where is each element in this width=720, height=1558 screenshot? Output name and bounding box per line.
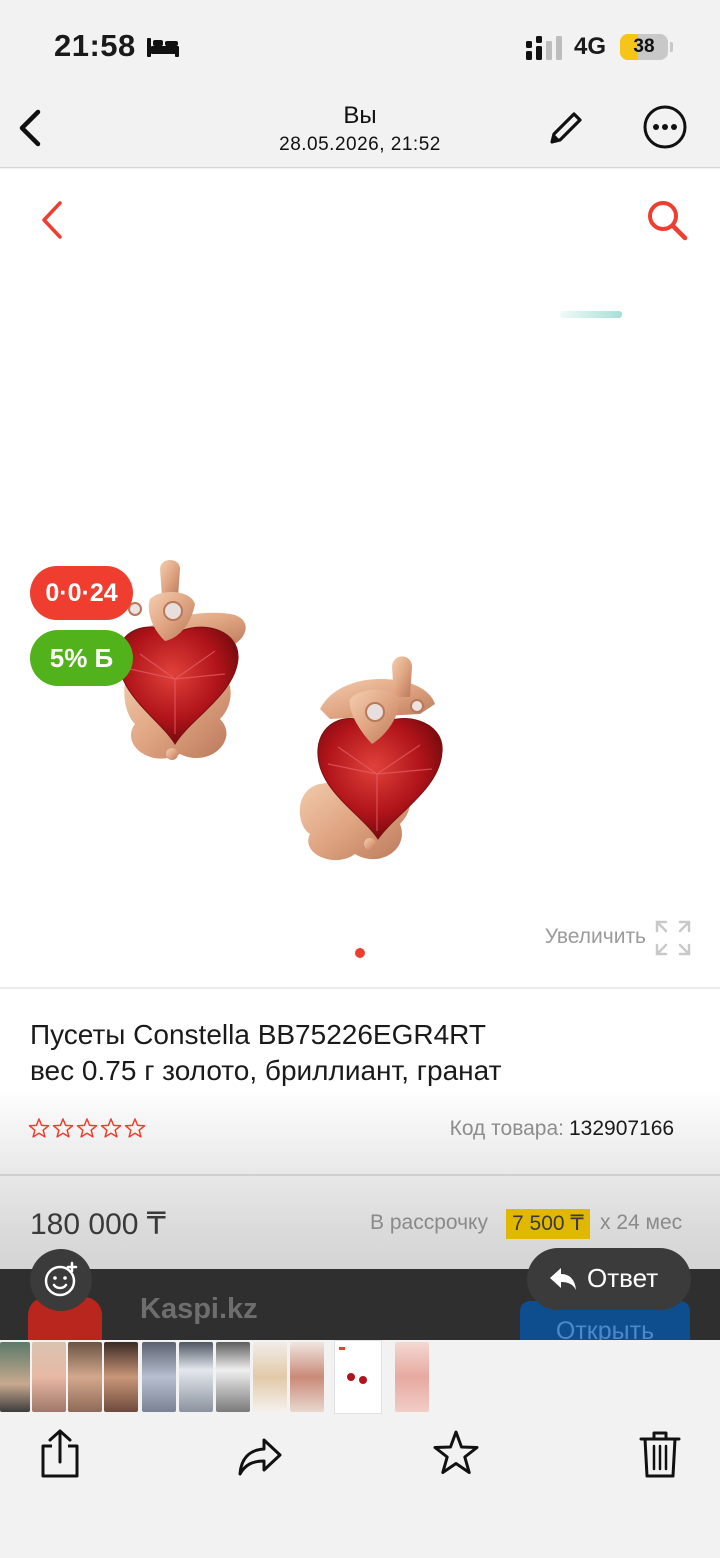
installment-label: В рассрочку xyxy=(370,1211,488,1234)
rating-star-icon xyxy=(124,1118,146,1138)
banner-app-name: Kaspi.kz xyxy=(140,1293,258,1325)
battery-percent: 38 xyxy=(633,36,655,57)
rating-star-icon xyxy=(100,1118,122,1138)
pencil-icon[interactable] xyxy=(544,108,586,150)
status-bar: 21:58 4G 38 xyxy=(0,0,720,96)
battery-cap xyxy=(670,42,673,52)
thumbnail[interactable] xyxy=(253,1342,287,1412)
rating-star-icon xyxy=(52,1118,74,1138)
thumbnail[interactable] xyxy=(104,1342,138,1412)
thumbnail[interactable] xyxy=(179,1342,213,1412)
more-icon[interactable] xyxy=(642,104,688,150)
share-icon[interactable] xyxy=(36,1428,84,1480)
status-time: 21:58 xyxy=(54,28,136,63)
nav-bar: Вы 28.05.2026, 21:52 xyxy=(0,96,720,168)
signal-icon xyxy=(526,36,562,60)
product-title-line-2: вес 0.75 г золото, бриллиант, гранат xyxy=(30,1055,502,1086)
earring-left xyxy=(117,560,246,760)
product-title: Пусеты Constella BB75226EGR4RT вес 0.75 … xyxy=(30,1017,690,1089)
installment-badge: 0·0·24 xyxy=(30,566,133,620)
carousel-dot xyxy=(355,948,365,958)
image-artifact xyxy=(560,311,622,318)
thumbnail-strip[interactable] xyxy=(0,1340,720,1414)
bonus-badge: 5% Б xyxy=(30,630,133,686)
product-image xyxy=(117,560,443,861)
zoom-label: Увеличить xyxy=(544,925,646,948)
chevron-left-icon xyxy=(42,201,62,239)
product-title-line-1: Пусеты Constella BB75226EGR4RT xyxy=(30,1019,486,1050)
rating-stars xyxy=(28,1117,148,1141)
battery-charging-icon: 38 xyxy=(620,34,668,60)
product-code-label: Код товара: xyxy=(449,1117,564,1140)
thumbnail[interactable] xyxy=(290,1342,324,1412)
product-code-value: 132907166 xyxy=(569,1117,675,1140)
thumbnail-selected[interactable] xyxy=(334,1340,382,1414)
thumbnail[interactable] xyxy=(32,1342,66,1412)
reply-label: Ответ xyxy=(587,1263,659,1293)
message-media-viewer: 21:58 4G 38 Вы 28.05.2026, 21:52 0·0·24 … xyxy=(0,0,720,1558)
bed-icon xyxy=(147,38,179,57)
trash-icon[interactable] xyxy=(636,1428,684,1480)
installment-term: х 24 мес xyxy=(600,1211,683,1234)
star-icon[interactable] xyxy=(432,1428,480,1480)
divider xyxy=(0,987,720,989)
thumbnail-preview xyxy=(339,1347,367,1384)
thumbnail[interactable] xyxy=(68,1342,102,1412)
thumbnail[interactable] xyxy=(216,1342,250,1412)
sender-name: Вы xyxy=(343,102,377,129)
rating-star-icon xyxy=(76,1118,98,1138)
thumbnail[interactable] xyxy=(0,1342,30,1412)
thumbnail[interactable] xyxy=(142,1342,176,1412)
forward-icon[interactable] xyxy=(236,1428,284,1480)
emoji-add-icon xyxy=(44,1261,78,1297)
shared-screenshot[interactable]: 0·0·24 5% Б Увеличить Пусеты Constella B… xyxy=(0,169,720,1340)
reply-button[interactable]: Ответ xyxy=(527,1248,691,1310)
product-price: 180 000 ₸ xyxy=(30,1208,166,1241)
reply-icon xyxy=(550,1268,576,1290)
rating-star-icon xyxy=(28,1118,50,1138)
earring-right xyxy=(299,656,443,861)
search-icon xyxy=(648,201,688,241)
divider xyxy=(0,1174,720,1176)
expand-icon xyxy=(655,920,691,956)
installment-amount: 7 500 ₸ xyxy=(506,1209,590,1239)
message-timestamp: 28.05.2026, 21:52 xyxy=(279,134,441,155)
emoji-add-icon[interactable] xyxy=(30,1249,92,1311)
bottom-toolbar xyxy=(0,1414,720,1558)
thumbnail[interactable] xyxy=(395,1342,429,1412)
network-type: 4G xyxy=(574,33,607,60)
